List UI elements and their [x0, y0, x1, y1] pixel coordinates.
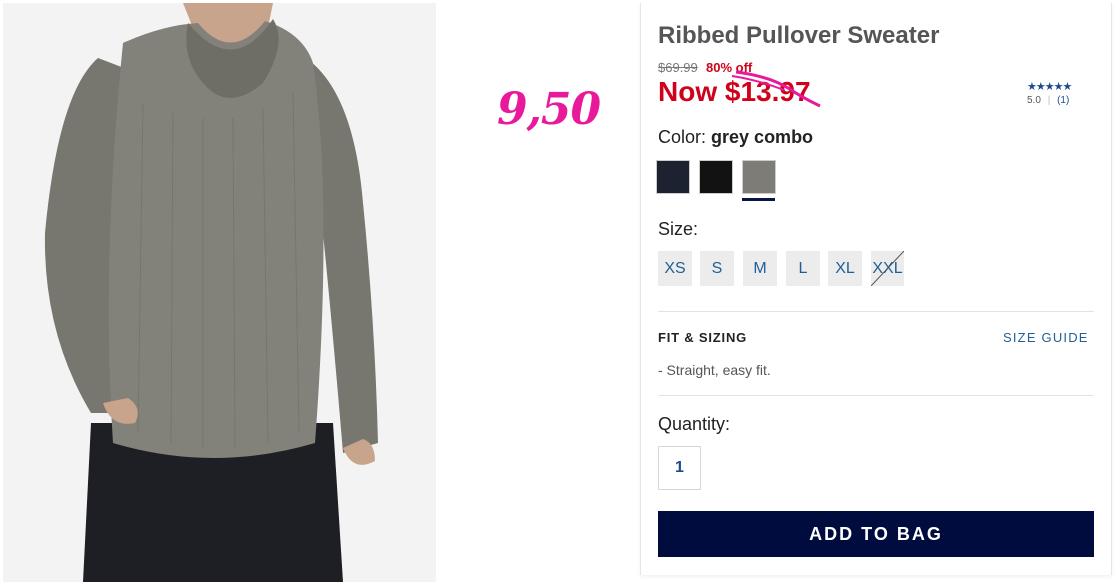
fit-sizing-heading: FIT & SIZING	[658, 330, 748, 345]
color-swatch-grey-combo[interactable]	[742, 160, 776, 194]
size-option-s[interactable]: S	[700, 251, 734, 286]
price-annotation: 9,50	[497, 84, 601, 135]
divider	[658, 311, 1094, 312]
size-guide-link[interactable]: SIZE GUIDE	[1003, 330, 1089, 345]
sweater-photo	[3, 3, 436, 582]
fit-description: - Straight, easy fit.	[658, 362, 771, 378]
rating-score: 5.0	[1027, 95, 1041, 106]
add-to-bag-button[interactable]: ADD TO BAG	[658, 511, 1094, 557]
size-option-l[interactable]: L	[786, 251, 820, 286]
color-label: Color: grey combo	[658, 127, 814, 147]
product-title: Ribbed Pullover Sweater	[658, 22, 940, 49]
rating-separator: |	[1047, 95, 1051, 106]
color-swatch-navy[interactable]	[656, 160, 690, 194]
unavailable-slash-icon	[871, 251, 904, 286]
size-label: Size:	[658, 219, 699, 239]
original-price: $69.99	[658, 60, 698, 75]
size-option-xxl-unavailable[interactable]: XXL	[871, 251, 904, 286]
selected-swatch-indicator	[742, 198, 775, 201]
color-swatch-black[interactable]	[699, 160, 733, 194]
product-image[interactable]	[3, 3, 436, 582]
selected-color: grey combo	[711, 127, 814, 147]
size-option-xl[interactable]: XL	[828, 251, 862, 286]
star-rating-icon: ★★★★★	[1027, 81, 1072, 93]
review-count-link[interactable]: (1)	[1057, 95, 1069, 106]
product-rating[interactable]: ★★★★★ 5.0 | (1)	[1027, 80, 1072, 106]
size-option-m[interactable]: M	[743, 251, 777, 286]
quantity-label: Quantity:	[658, 414, 731, 434]
price-strikethrough-mark	[731, 70, 821, 108]
divider	[658, 395, 1094, 396]
size-option-xs[interactable]: XS	[658, 251, 692, 286]
quantity-input[interactable]: 1	[658, 446, 701, 490]
